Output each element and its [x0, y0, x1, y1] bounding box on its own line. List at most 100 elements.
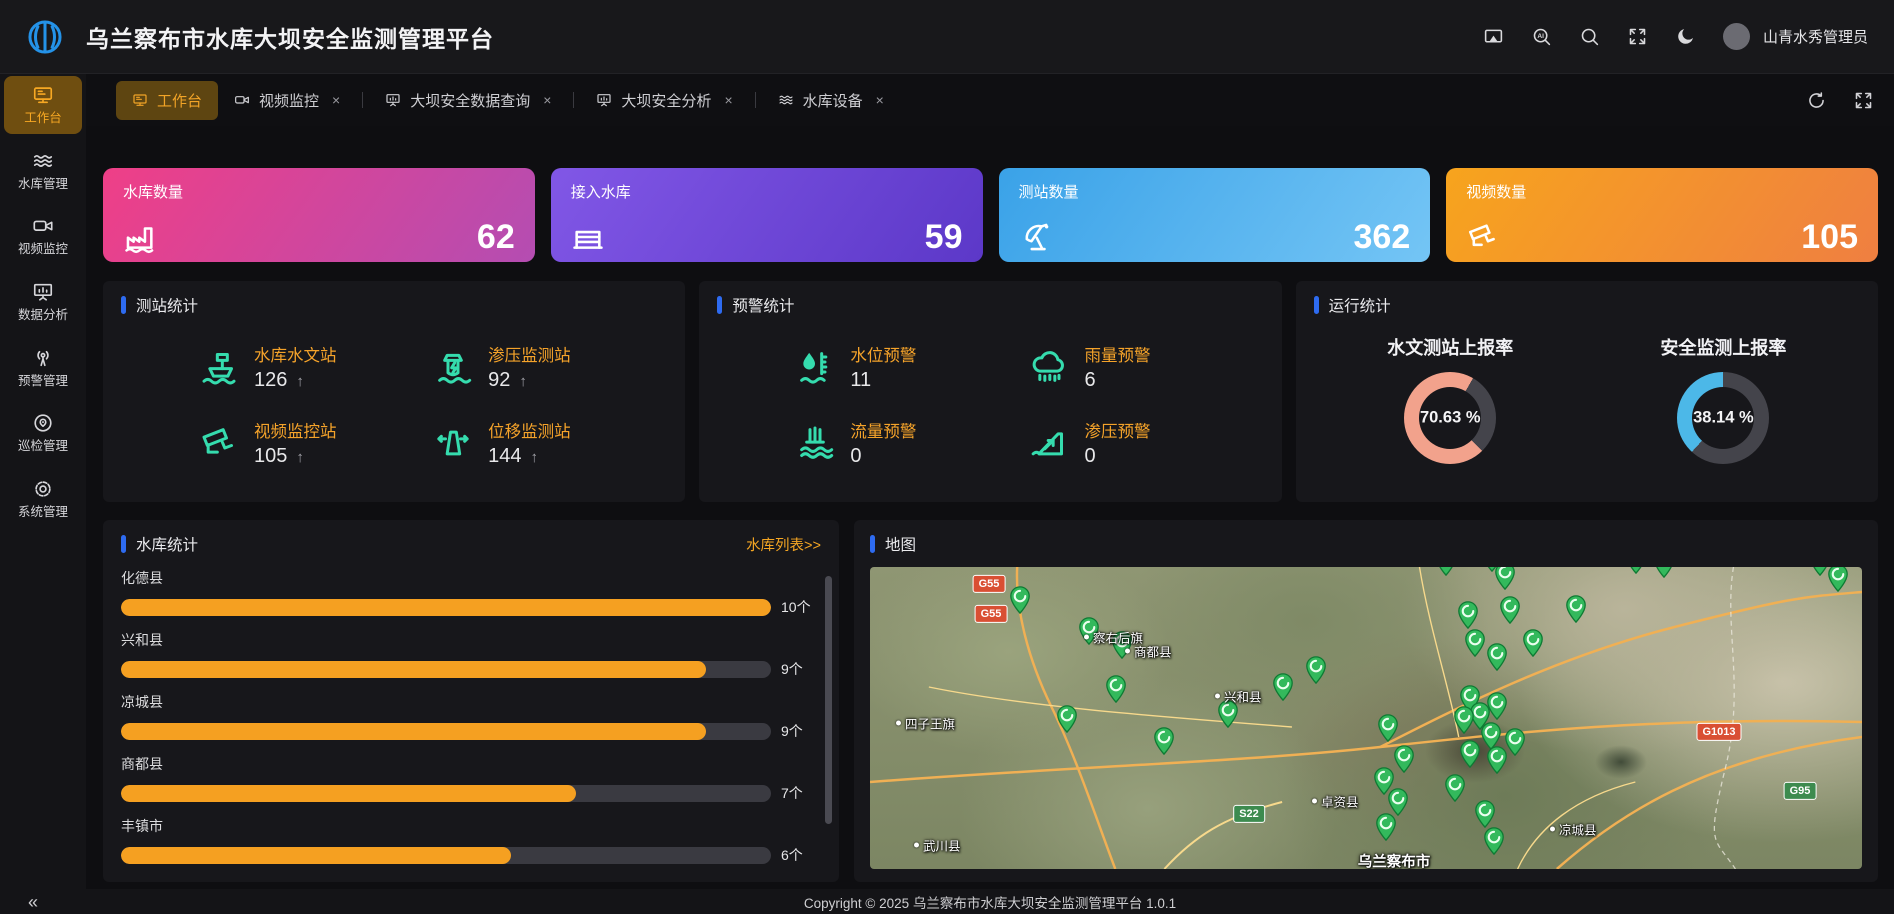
- map-marker-pin[interactable]: [1523, 629, 1544, 662]
- bar-fill: [121, 599, 771, 616]
- map-marker-pin[interactable]: [1154, 727, 1175, 760]
- sidebar-item-label: 预警管理: [4, 374, 82, 390]
- card-title: 接入水库: [571, 181, 963, 202]
- stat-item-渗压预警: 渗压预警0: [1029, 418, 1263, 468]
- map-marker-pin[interactable]: [1273, 673, 1294, 706]
- bar-row-丰镇市: 丰镇市 6个: [121, 816, 821, 865]
- map-marker-pin[interactable]: [1828, 567, 1849, 597]
- map-marker-pin[interactable]: [1378, 714, 1399, 747]
- refresh-icon[interactable]: [1806, 90, 1827, 111]
- ai-search-icon[interactable]: AI: [1531, 26, 1552, 47]
- map-marker-pin[interactable]: [1454, 706, 1475, 739]
- stat-item-水库水文站: 水库水文站126↑: [199, 342, 433, 392]
- trend-up-icon: ↑: [296, 449, 304, 466]
- stat-item-value: 11: [850, 369, 871, 391]
- stat-card-水库数量[interactable]: 水库数量 62: [103, 168, 535, 262]
- cctv-station-icon: [199, 423, 239, 463]
- tab-close-icon[interactable]: ×: [724, 92, 732, 108]
- map-marker-pin[interactable]: [1495, 567, 1516, 595]
- hydro-station-icon: [199, 347, 239, 387]
- card-value: 362: [1354, 220, 1411, 254]
- collapse-sidebar-button[interactable]: «: [28, 892, 38, 913]
- stat-card-视频数量[interactable]: 视频数量 105: [1446, 168, 1878, 262]
- sidebar-item-工作台[interactable]: 工作台: [4, 76, 82, 134]
- dam-plant-icon: [123, 220, 157, 254]
- tab-close-icon[interactable]: ×: [876, 92, 884, 108]
- displacement-station-icon: [433, 423, 473, 463]
- map-marker-pin[interactable]: [1654, 567, 1675, 583]
- map-place-label: 兴和县: [1215, 687, 1262, 706]
- map-marker-pin[interactable]: [1010, 586, 1031, 619]
- map-marker-pin[interactable]: [1500, 596, 1521, 629]
- search-icon[interactable]: [1579, 26, 1600, 47]
- bar-value: 9个: [781, 659, 803, 679]
- tab-label: 大坝安全分析: [621, 90, 711, 111]
- sidebar-item-巡检管理[interactable]: 巡检管理: [4, 404, 82, 462]
- map-marker-pin[interactable]: [1460, 740, 1481, 773]
- dark-mode-icon[interactable]: [1675, 26, 1696, 47]
- dish-icon: [1019, 220, 1053, 254]
- map-marker-pin[interactable]: [1487, 643, 1508, 676]
- avatar[interactable]: [1723, 23, 1750, 50]
- page-title: 乌兰察布市水库大坝安全监测管理平台: [86, 20, 494, 54]
- rainfall-icon: [1029, 347, 1069, 387]
- tab-工作台[interactable]: 工作台: [116, 81, 218, 120]
- expand-icon[interactable]: [1853, 90, 1874, 111]
- map-marker-pin[interactable]: [1487, 692, 1508, 725]
- gauge-ring: 70.63 %: [1404, 372, 1496, 464]
- map-marker-pin[interactable]: [1057, 705, 1078, 738]
- fullscreen-icon[interactable]: [1627, 26, 1648, 47]
- sidebar-item-水库管理[interactable]: 水库管理: [4, 142, 82, 200]
- tab-close-icon[interactable]: ×: [543, 92, 551, 108]
- waves-icon: [32, 150, 54, 172]
- signal-icon: [32, 347, 54, 369]
- map-marker-pin[interactable]: [1106, 675, 1127, 708]
- bar-track: [121, 723, 771, 740]
- tab-close-icon[interactable]: ×: [332, 92, 340, 108]
- camera-icon: [234, 92, 250, 108]
- panel-header: 预警统计: [717, 294, 1263, 316]
- stat-item-渗压监测站: 渗压监测站92↑: [433, 342, 667, 392]
- card-value: 59: [925, 220, 963, 254]
- cast-icon[interactable]: [1483, 26, 1504, 47]
- map-marker-pin[interactable]: [1566, 595, 1587, 628]
- sidebar-item-预警管理[interactable]: 预警管理: [4, 339, 82, 397]
- map-marker-pin[interactable]: [1626, 567, 1647, 579]
- map-marker-pin[interactable]: [1376, 813, 1397, 846]
- tab-bar: 工作台视频监控×大坝安全数据查询×大坝安全分析×水库设备×: [86, 74, 1894, 126]
- app-logo-icon: [26, 18, 64, 56]
- map-marker-pin[interactable]: [1394, 745, 1415, 778]
- map-marker-pin[interactable]: [1484, 827, 1505, 860]
- sidebar-item-数据分析[interactable]: 数据分析: [4, 273, 82, 331]
- tab-label: 视频监控: [259, 90, 319, 111]
- map-marker-pin[interactable]: [1505, 728, 1526, 761]
- tab-水库设备[interactable]: 水库设备 ×: [762, 81, 900, 120]
- bar-track: [121, 599, 771, 616]
- station-stats-panel: 测站统计 水库水文站126↑渗压监测站92↑视频监控站105↑位移监测站144↑: [103, 281, 685, 502]
- sidebar-item-视频监控[interactable]: 视频监控: [4, 207, 82, 265]
- map-marker-pin[interactable]: [1436, 567, 1457, 581]
- trend-up-icon: ↑: [296, 373, 304, 390]
- stat-item-label: 水位预警: [850, 342, 916, 366]
- stat-card-接入水库[interactable]: 接入水库 59: [551, 168, 983, 262]
- flow-icon: [795, 423, 835, 463]
- user-name[interactable]: 山青水秀管理员: [1763, 26, 1868, 47]
- panels-row: 测站统计 水库水文站126↑渗压监测站92↑视频监控站105↑位移监测站144↑…: [103, 281, 1878, 502]
- map-marker-pin[interactable]: [1306, 656, 1327, 689]
- road-badge-S22: S22: [1233, 805, 1265, 823]
- tab-大坝安全数据查询[interactable]: 大坝安全数据查询×: [369, 81, 567, 120]
- tab-label: 水库设备: [803, 90, 863, 111]
- stat-item-value: 144: [488, 445, 521, 467]
- map-marker-pin[interactable]: [1465, 629, 1486, 662]
- reservoir-list-link[interactable]: 水库列表>>: [746, 534, 821, 555]
- road-badge-G95: G95: [1784, 782, 1817, 800]
- map[interactable]: G55G55G1013G95S22四子王旗察右后旗商都县兴和县卓资县武川县凉城县…: [870, 567, 1862, 869]
- gauge-value: 38.14 %: [1677, 409, 1769, 428]
- scrollbar-thumb[interactable]: [825, 576, 832, 824]
- sidebar-item-系统管理[interactable]: 系统管理: [4, 470, 82, 528]
- tab-视频监控[interactable]: 视频监控 ×: [218, 81, 356, 120]
- map-marker-pin[interactable]: [1445, 774, 1466, 807]
- tab-separator: [573, 92, 574, 108]
- tab-大坝安全分析[interactable]: 大坝安全分析 ×: [580, 81, 748, 120]
- stat-card-测站数量[interactable]: 测站数量 362: [999, 168, 1431, 262]
